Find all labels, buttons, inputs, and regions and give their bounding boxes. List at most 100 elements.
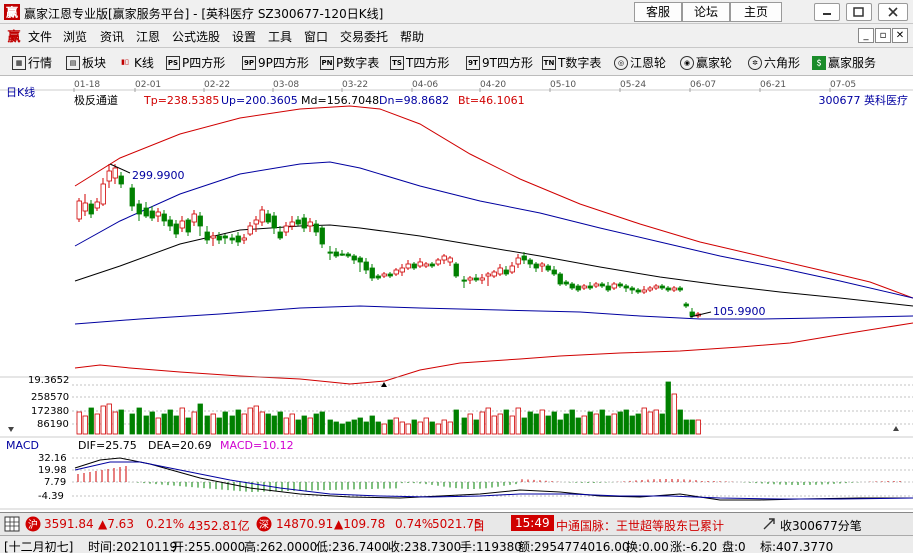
panel-label: 日K线 [6, 85, 35, 99]
volume-bar [204, 415, 210, 435]
vol-axis-3: 86190 [37, 419, 69, 430]
candle [563, 280, 569, 286]
candle [271, 212, 277, 234]
candle-body [387, 273, 393, 277]
candle-body [629, 287, 635, 291]
title-bar: 赢 赢家江恩专业版[赢家服务平台] - [英科医疗 SZ300677-120日K… [0, 0, 913, 24]
service-button[interactable]: 客服 [634, 2, 682, 22]
menu-browse[interactable]: 浏览 [63, 28, 87, 45]
menu-trade[interactable]: 交易委托 [340, 28, 388, 45]
toolbar-gann-wheel[interactable]: ◎ 江恩轮 [614, 54, 666, 72]
news-ticker[interactable]: 中通国脉：王世超等股东已累计 [556, 517, 724, 534]
candle [327, 246, 333, 260]
menu-window[interactable]: 窗口 [304, 28, 328, 45]
quote-low: 低:236.7400 [316, 540, 390, 554]
home-button[interactable]: 主页 [730, 2, 782, 22]
candle [527, 258, 533, 268]
panel-up-arrow-icon[interactable] [893, 426, 899, 431]
candle [301, 214, 307, 232]
volume-bar [216, 417, 222, 435]
forum-button[interactable]: 论坛 [682, 2, 730, 22]
candle [393, 268, 399, 276]
menu-settings[interactable]: 设置 [232, 28, 256, 45]
candle-body [441, 255, 447, 261]
menu-formula-pick[interactable]: 公式选股 [172, 28, 220, 45]
toolbar-winner-wheel[interactable]: ◉ 赢家轮 [680, 54, 732, 72]
candle [575, 284, 581, 292]
candle [435, 258, 441, 266]
volume-bar [222, 411, 228, 435]
candle [557, 272, 563, 286]
dn-line [74, 305, 913, 325]
menu-tools[interactable]: 工具 [268, 28, 292, 45]
candle-body [155, 211, 161, 217]
stock-name: 300677 英科医疗 [819, 93, 909, 107]
candle-body [417, 261, 423, 267]
volume-bar [623, 409, 629, 435]
toolbar-9p-square[interactable]: 9P 9P四方形 [242, 54, 309, 72]
candle [289, 216, 295, 230]
candle [659, 284, 665, 290]
grid-icon[interactable] [4, 516, 20, 532]
volume-bar [447, 421, 453, 435]
dn-value: Dn=98.8682 [379, 94, 449, 107]
high-price-label: 299.9900 [132, 169, 185, 182]
candle [222, 234, 228, 244]
close-button[interactable] [878, 3, 908, 21]
toolbar-t-number[interactable]: TN T数字表 [542, 54, 601, 72]
candle-body [641, 289, 647, 293]
volume-bar [647, 411, 653, 435]
candle [295, 216, 301, 226]
mdi-close-button[interactable]: ✕ [892, 28, 908, 43]
mdi-restore-button[interactable]: ▫ [875, 28, 891, 43]
minimize-button[interactable] [814, 3, 840, 21]
date-label: 01-18 [74, 80, 100, 90]
toolbar-kline[interactable]: ▮▯ K线 [118, 54, 154, 72]
panel-down-arrow-icon[interactable] [8, 427, 14, 432]
toolbar-p-number[interactable]: PN P数字表 [320, 54, 379, 72]
candle-body [247, 225, 253, 235]
candle [369, 264, 375, 281]
menu-file[interactable]: 文件 [28, 28, 52, 45]
toolbar-9t-square[interactable]: 9T 9T四方形 [466, 54, 533, 72]
candle-body [112, 167, 118, 179]
candle-body [485, 273, 491, 277]
candle [665, 286, 671, 292]
toolbar-t-square[interactable]: TS T四方形 [390, 54, 449, 72]
chart-area[interactable]: 01-18 02-01 02-22 03-08 03-22 04-06 04-20 05-10… [0, 76, 913, 510]
candle [185, 218, 191, 236]
maximize-button[interactable] [846, 3, 872, 21]
candle-body [357, 257, 363, 263]
toolbar-market[interactable]: ▦ 行情 [12, 54, 52, 72]
toolbar-p-square[interactable]: PS P四方形 [166, 54, 225, 72]
date-label: 03-08 [273, 80, 299, 90]
candle [357, 256, 363, 272]
candle-body [405, 263, 411, 269]
menu-info[interactable]: 资讯 [100, 28, 124, 45]
menu-gann[interactable]: 江恩 [136, 28, 160, 45]
volume-bar [277, 411, 283, 435]
volume-bar [229, 415, 235, 435]
candle-body [283, 225, 289, 233]
candle-body [197, 215, 203, 227]
volume-bar [339, 423, 345, 435]
candle [283, 222, 289, 236]
toolbar-service[interactable]: ＄赢家服务 [812, 54, 876, 72]
volume-bar [467, 413, 473, 435]
volume-bar [76, 411, 82, 435]
candle [381, 272, 387, 278]
candle-body [429, 263, 435, 267]
kline-chart[interactable]: 01-18 02-01 02-22 03-08 03-22 04-06 04-20 05-10… [0, 76, 913, 510]
menu-help[interactable]: 帮助 [400, 28, 424, 45]
candlesticks [76, 164, 701, 318]
candle-body [569, 283, 575, 289]
app-menu-icon[interactable]: 赢 [6, 28, 22, 44]
macd-axis-3: -4.39 [38, 491, 64, 502]
candle [629, 286, 635, 294]
toolbar-blocks[interactable]: ▤ 板块 [66, 54, 106, 72]
mdi-minimize-button[interactable]: _ [858, 28, 874, 43]
candle-body [216, 235, 222, 241]
collect-ticks[interactable]: 收300677分笔 [780, 517, 862, 534]
shanghai-index-icon: 沪 [25, 516, 41, 532]
toolbar-hexagon[interactable]: ✲ 六角形 [748, 54, 800, 72]
